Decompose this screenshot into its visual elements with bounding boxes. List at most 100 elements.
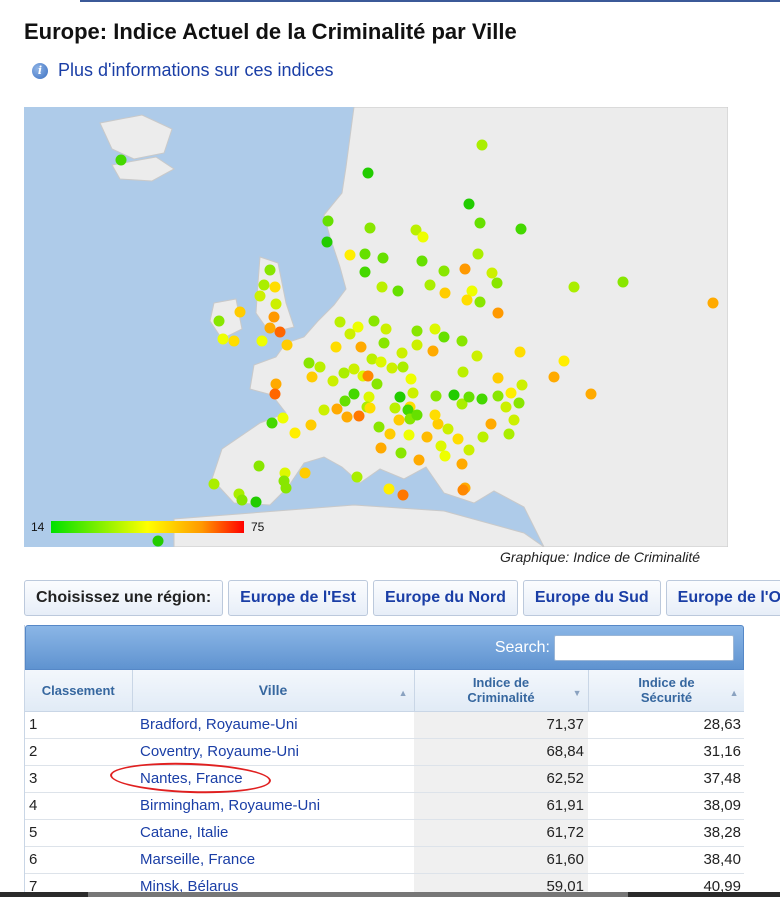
city-dot[interactable]: [492, 307, 504, 319]
city-dot[interactable]: [442, 423, 454, 435]
city-dot[interactable]: [500, 401, 512, 413]
city-dot[interactable]: [359, 266, 371, 278]
city-dot[interactable]: [270, 298, 282, 310]
city-dot[interactable]: [269, 388, 281, 400]
city-dot[interactable]: [330, 341, 342, 353]
city-dot[interactable]: [264, 322, 276, 334]
city-dot[interactable]: [492, 372, 504, 384]
city-dot[interactable]: [341, 411, 353, 423]
city-dot[interactable]: [485, 418, 497, 430]
city-dot[interactable]: [514, 346, 526, 358]
city-dot[interactable]: [355, 341, 367, 353]
city-dot[interactable]: [463, 444, 475, 456]
city-dot[interactable]: [270, 378, 282, 390]
city-link[interactable]: Nantes, France: [132, 765, 414, 793]
city-dot[interactable]: [407, 387, 419, 399]
city-dot[interactable]: [397, 361, 409, 373]
city-dot[interactable]: [421, 431, 433, 443]
city-dot[interactable]: [376, 281, 388, 293]
city-dot[interactable]: [373, 421, 385, 433]
city-dot[interactable]: [378, 337, 390, 349]
scrollbar-thumb[interactable]: [88, 892, 628, 897]
city-dot[interactable]: [322, 215, 334, 227]
city-dot[interactable]: [306, 371, 318, 383]
city-dot[interactable]: [258, 279, 270, 291]
city-dot[interactable]: [318, 404, 330, 416]
city-dot[interactable]: [339, 395, 351, 407]
city-dot[interactable]: [213, 315, 225, 327]
info-link[interactable]: Plus d'informations sur ces indices: [58, 60, 334, 81]
city-dot[interactable]: [380, 323, 392, 335]
city-dot[interactable]: [474, 296, 486, 308]
city-dot[interactable]: [371, 378, 383, 390]
city-dot[interactable]: [348, 363, 360, 375]
city-dot[interactable]: [474, 217, 486, 229]
city-dot[interactable]: [362, 167, 374, 179]
city-dot[interactable]: [558, 355, 570, 367]
city-dot[interactable]: [234, 306, 246, 318]
city-dot[interactable]: [303, 357, 315, 369]
city-dot[interactable]: [338, 367, 350, 379]
city-dot[interactable]: [513, 397, 525, 409]
city-dot[interactable]: [281, 339, 293, 351]
horizontal-scrollbar[interactable]: [0, 892, 780, 897]
city-dot[interactable]: [363, 391, 375, 403]
city-dot[interactable]: [416, 255, 428, 267]
city-dot[interactable]: [476, 393, 488, 405]
city-dot[interactable]: [266, 417, 278, 429]
city-dot[interactable]: [277, 412, 289, 424]
city-dot[interactable]: [250, 496, 262, 508]
city-dot[interactable]: [439, 450, 451, 462]
city-dot[interactable]: [515, 223, 527, 235]
city-dot[interactable]: [448, 389, 460, 401]
city-dot[interactable]: [503, 428, 515, 440]
city-link[interactable]: Bradford, Royaume-Uni: [132, 711, 414, 739]
city-dot[interactable]: [274, 326, 286, 338]
city-dot[interactable]: [395, 447, 407, 459]
city-dot[interactable]: [585, 388, 597, 400]
city-dot[interactable]: [344, 249, 356, 261]
city-dot[interactable]: [394, 391, 406, 403]
city-dot[interactable]: [208, 478, 220, 490]
city-dot[interactable]: [334, 316, 346, 328]
city-dot[interactable]: [411, 409, 423, 421]
city-dot[interactable]: [389, 402, 401, 414]
search-input[interactable]: [554, 634, 734, 661]
city-dot[interactable]: [321, 236, 333, 248]
city-dot[interactable]: [403, 429, 415, 441]
city-dot[interactable]: [463, 198, 475, 210]
city-dot[interactable]: [115, 154, 127, 166]
city-dot[interactable]: [472, 248, 484, 260]
city-dot[interactable]: [435, 440, 447, 452]
city-dot[interactable]: [457, 366, 469, 378]
city-dot[interactable]: [411, 325, 423, 337]
city-dot[interactable]: [430, 390, 442, 402]
city-dot[interactable]: [505, 387, 517, 399]
city-dot[interactable]: [429, 409, 441, 421]
city-dot[interactable]: [359, 248, 371, 260]
city-dot[interactable]: [377, 252, 389, 264]
city-dot[interactable]: [438, 265, 450, 277]
city-dot[interactable]: [268, 311, 280, 323]
city-dot[interactable]: [476, 139, 488, 151]
city-dot[interactable]: [375, 356, 387, 368]
city-dot[interactable]: [452, 433, 464, 445]
city-dot[interactable]: [438, 331, 450, 343]
city-dot[interactable]: [411, 339, 423, 351]
city-dot[interactable]: [152, 535, 164, 547]
city-dot[interactable]: [459, 263, 471, 275]
city-dot[interactable]: [427, 345, 439, 357]
city-dot[interactable]: [351, 471, 363, 483]
city-dot[interactable]: [344, 328, 356, 340]
city-dot[interactable]: [568, 281, 580, 293]
city-link[interactable]: Marseille, France: [132, 846, 414, 874]
city-dot[interactable]: [299, 467, 311, 479]
city-dot[interactable]: [353, 410, 365, 422]
city-dot[interactable]: [305, 419, 317, 431]
header-crime[interactable]: Indice de Criminalité ▼: [414, 670, 589, 712]
region-button-east[interactable]: Europe de l'Est: [228, 580, 368, 616]
city-link[interactable]: Birmingham, Royaume-Uni: [132, 792, 414, 820]
city-dot[interactable]: [364, 222, 376, 234]
city-dot[interactable]: [280, 482, 292, 494]
city-dot[interactable]: [471, 350, 483, 362]
